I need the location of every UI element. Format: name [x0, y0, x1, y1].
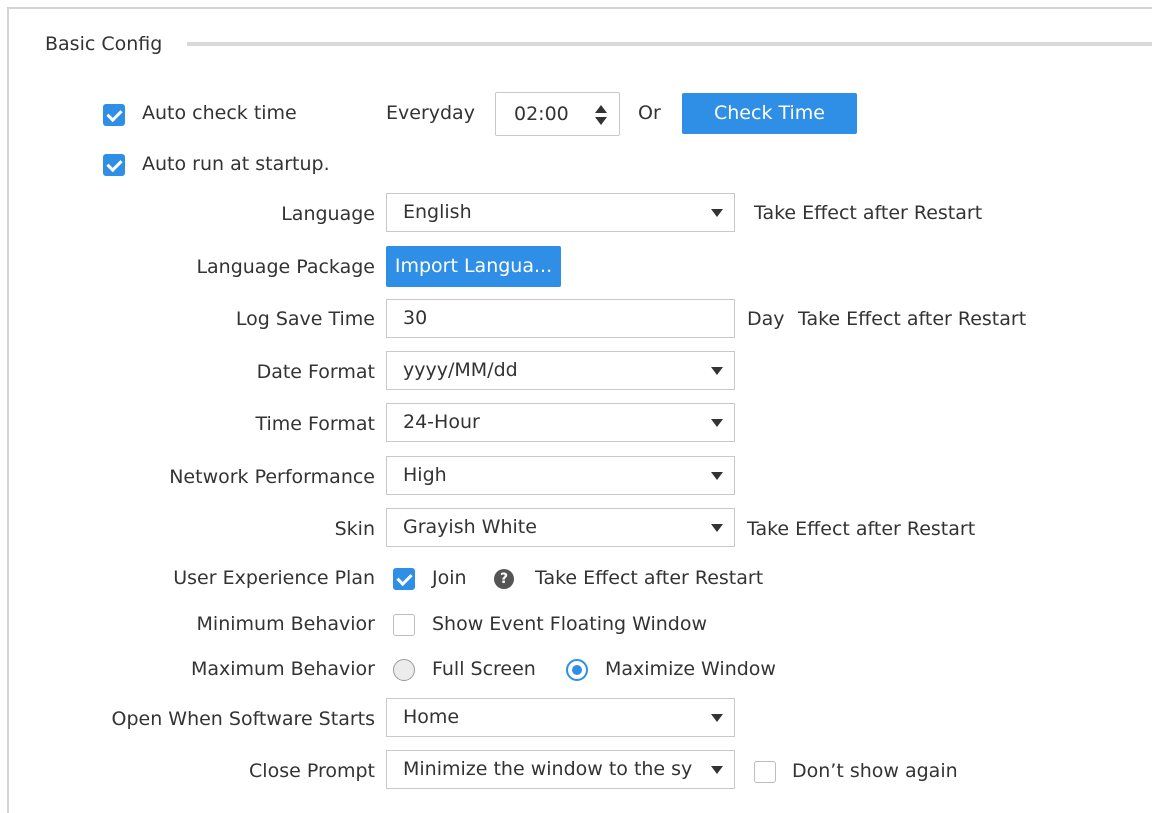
- chevron-down-icon: [711, 209, 723, 217]
- show-event-floating-window-checkbox[interactable]: [393, 614, 415, 636]
- language-note: Take Effect after Restart: [754, 202, 983, 224]
- user-experience-label: User Experience Plan: [173, 567, 375, 589]
- full-screen-label: Full Screen: [432, 658, 536, 680]
- date-format-value: yyyy/MM/dd: [403, 359, 518, 381]
- show-event-floating-window-label: Show Event Floating Window: [432, 613, 708, 635]
- auto-run-checkbox[interactable]: [103, 154, 125, 176]
- or-label: Or: [638, 102, 661, 124]
- time-format-label: Time Format: [255, 413, 376, 435]
- auto-run-label: Auto run at startup.: [142, 153, 330, 175]
- user-experience-note: Take Effect after Restart: [535, 567, 764, 589]
- network-performance-value: High: [403, 464, 447, 486]
- time-format-select[interactable]: 24-Hour: [386, 403, 735, 442]
- language-label: Language: [281, 203, 375, 225]
- log-save-time-label: Log Save Time: [235, 308, 375, 330]
- maximize-window-label: Maximize Window: [605, 658, 776, 680]
- chevron-down-icon: [711, 766, 723, 774]
- join-label: Join: [432, 567, 467, 589]
- section-title: Basic Config: [45, 33, 163, 55]
- skin-note: Take Effect after Restart: [747, 518, 976, 540]
- user-experience-checkbox[interactable]: [393, 568, 415, 590]
- check-time-value: 02:00: [514, 103, 569, 125]
- open-when-starts-value: Home: [403, 706, 460, 728]
- log-save-unit: Day: [747, 308, 785, 330]
- minimum-behavior-label: Minimum Behavior: [196, 613, 375, 635]
- spin-arrows-icon[interactable]: [595, 104, 607, 126]
- chevron-down-icon: [711, 367, 723, 375]
- log-save-note: Take Effect after Restart: [798, 308, 1027, 330]
- auto-check-time-checkbox[interactable]: [103, 104, 125, 126]
- skin-label: Skin: [334, 518, 375, 540]
- log-save-time-input[interactable]: 30: [386, 299, 735, 338]
- close-prompt-label: Close Prompt: [249, 760, 375, 782]
- chevron-down-icon: [711, 714, 723, 722]
- date-format-label: Date Format: [256, 361, 375, 383]
- open-when-starts-select[interactable]: Home: [386, 698, 735, 737]
- network-performance-select[interactable]: High: [386, 456, 735, 495]
- skin-value: Grayish White: [403, 516, 537, 538]
- help-icon[interactable]: ?: [494, 569, 514, 589]
- language-select[interactable]: English: [386, 193, 735, 232]
- open-when-starts-label: Open When Software Starts: [111, 708, 376, 730]
- language-value: English: [403, 201, 472, 223]
- dont-show-again-label: Don’t show again: [792, 760, 958, 782]
- maximize-window-radio[interactable]: [566, 659, 588, 681]
- frequency-label: Everyday: [386, 102, 475, 124]
- full-screen-radio[interactable]: [393, 659, 415, 681]
- section-divider: [187, 42, 1152, 46]
- chevron-down-icon: [711, 524, 723, 532]
- date-format-select[interactable]: yyyy/MM/dd: [386, 351, 735, 390]
- close-prompt-select[interactable]: Minimize the window to the sy: [386, 750, 735, 789]
- import-language-button[interactable]: Import Langua...: [386, 246, 561, 287]
- auto-check-time-label: Auto check time: [142, 102, 297, 124]
- chevron-down-icon: [711, 419, 723, 427]
- chevron-down-icon: [711, 472, 723, 480]
- dont-show-again-checkbox[interactable]: [754, 761, 776, 783]
- skin-select[interactable]: Grayish White: [386, 508, 735, 547]
- language-package-label: Language Package: [196, 256, 375, 278]
- network-performance-label: Network Performance: [169, 466, 375, 488]
- check-time-button[interactable]: Check Time: [682, 93, 857, 134]
- check-time-spinbox[interactable]: 02:00: [495, 92, 620, 136]
- close-prompt-value: Minimize the window to the sy: [403, 758, 693, 780]
- maximum-behavior-label: Maximum Behavior: [190, 658, 375, 680]
- time-format-value: 24-Hour: [403, 411, 480, 433]
